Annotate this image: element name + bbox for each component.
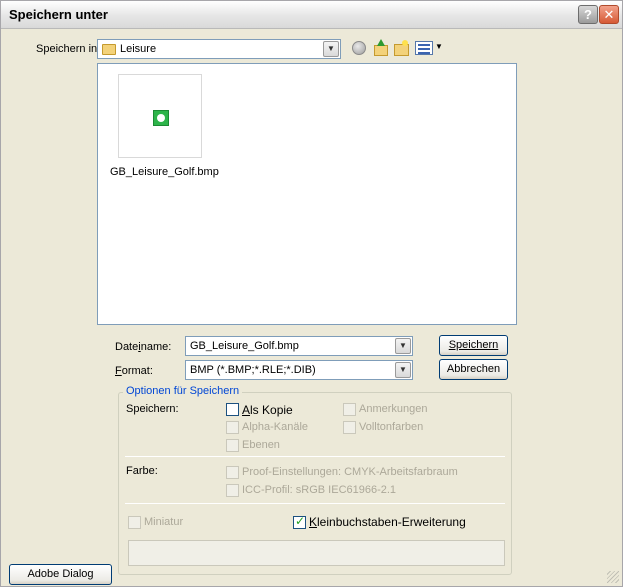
icc-profile-label: ICC-Profil: sRGB IEC61966-2.1 <box>242 484 397 496</box>
chevron-down-icon[interactable]: ▼ <box>395 362 411 378</box>
layers-label: Ebenen <box>242 439 280 451</box>
file-list[interactable]: GB_Leisure_Golf.bmp <box>97 63 517 325</box>
chevron-down-icon[interactable]: ▼ <box>395 338 411 354</box>
save-button[interactable]: Speichern <box>439 335 508 356</box>
window-title: Speichern unter <box>9 7 108 22</box>
back-button[interactable] <box>352 41 366 55</box>
spot-colors-checkbox <box>343 421 356 434</box>
chevron-down-icon[interactable]: ▼ <box>323 41 339 57</box>
adobe-dialog-button[interactable]: Adobe Dialog <box>9 564 112 585</box>
icc-profile-checkbox <box>226 484 239 497</box>
close-button[interactable]: ✕ <box>599 5 619 24</box>
resize-grip-icon[interactable] <box>607 571 619 583</box>
help-icon: ? <box>584 7 592 22</box>
layers-checkbox <box>226 439 239 452</box>
annotations-label: Anmerkungen <box>359 403 428 415</box>
spot-colors-label: Volltonfarben <box>359 421 424 433</box>
adobe-dialog-label: Adobe Dialog <box>27 568 94 580</box>
cancel-button-label: Abbrechen <box>446 363 501 375</box>
separator <box>125 456 505 457</box>
file-name[interactable]: GB_Leisure_Golf.bmp <box>110 166 219 178</box>
filename-input[interactable]: GB_Leisure_Golf.bmp ▼ <box>185 336 413 356</box>
alpha-channels-label: Alpha-Kanäle <box>242 421 309 433</box>
help-button[interactable]: ? <box>578 5 598 24</box>
save-button-label: Speichern <box>448 339 499 351</box>
filename-label: Dateiname: <box>115 341 172 353</box>
separator <box>125 503 505 504</box>
annotations-checkbox <box>343 403 356 416</box>
alpha-channels-checkbox <box>226 421 239 434</box>
as-copy-checkbox[interactable] <box>226 403 239 416</box>
format-value: BMP (*.BMP;*.RLE;*.DIB) <box>190 364 316 376</box>
save-options-label: Speichern: <box>126 403 179 415</box>
view-menu-chevron-icon[interactable]: ▼ <box>435 42 443 51</box>
lowercase-extension-label[interactable]: Kleinbuchstaben-Erweiterung <box>309 515 466 529</box>
new-folder-button[interactable] <box>394 40 409 56</box>
proof-setup-checkbox <box>226 466 239 479</box>
thumbnail-label: Miniatur <box>144 516 184 528</box>
lowercase-extension-checkbox[interactable] <box>293 514 306 529</box>
thumbnail-checkbox <box>128 516 141 529</box>
bmp-image-icon <box>153 110 169 126</box>
save-options-title: Optionen für Speichern <box>123 385 243 397</box>
filename-value: GB_Leisure_Golf.bmp <box>190 340 299 352</box>
message-area <box>128 540 505 566</box>
format-select[interactable]: BMP (*.BMP;*.RLE;*.DIB) ▼ <box>185 360 413 380</box>
save-as-dialog: Speichern unter ? ✕ Speichern in: Leisur… <box>0 0 623 587</box>
title-bar[interactable]: Speichern unter ? ✕ <box>1 1 622 29</box>
view-menu-button[interactable] <box>415 41 433 55</box>
up-folder-button[interactable] <box>373 39 388 56</box>
cancel-button[interactable]: Abbrechen <box>439 359 508 380</box>
color-label: Farbe: <box>126 465 158 477</box>
file-thumbnail[interactable] <box>118 74 202 158</box>
format-label: Format: <box>115 365 153 377</box>
save-in-select[interactable]: Leisure ▼ <box>97 39 341 59</box>
close-icon: ✕ <box>603 7 615 22</box>
save-in-label: Speichern in: <box>36 43 101 55</box>
save-in-value: Leisure <box>120 43 157 55</box>
folder-icon <box>102 44 116 55</box>
proof-setup-label: Proof-Einstellungen: CMYK-Arbeitsfarbrau… <box>242 466 458 478</box>
as-copy-label[interactable]: Als Kopie <box>242 403 293 417</box>
